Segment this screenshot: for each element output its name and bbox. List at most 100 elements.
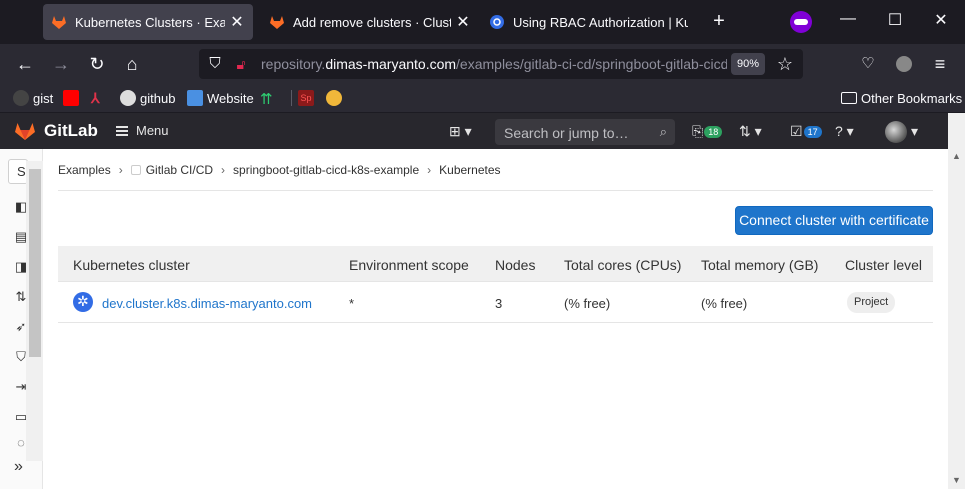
green-arrows-icon: ⇈ (260, 91, 273, 108)
merge-requests-sidebar-icon[interactable]: ⇅ (14, 290, 28, 304)
env-scope-value: * (349, 296, 355, 311)
bookmark-star-icon[interactable]: ☆ (773, 52, 797, 76)
column-header-level: Cluster level (845, 257, 923, 273)
url-prefix: repository. (261, 56, 326, 72)
scroll-up-icon[interactable]: ▲ (952, 151, 961, 161)
gitlab-logo-icon[interactable] (14, 121, 36, 141)
close-tab-icon[interactable]: ✕ (455, 12, 471, 32)
memory-value: (% free) (701, 296, 748, 311)
back-arrow-icon[interactable]: ← (13, 52, 37, 76)
column-header-env-scope: Environment scope (349, 257, 469, 273)
gitlab-favicon-icon (52, 16, 66, 29)
bookmark-gist[interactable]: gist (13, 89, 53, 107)
forward-arrow-icon[interactable]: → (49, 52, 73, 76)
column-header-cores: Total cores (CPUs) (564, 257, 682, 273)
sidebar-scroll-thumb[interactable] (29, 169, 41, 357)
merge-requests-icon[interactable]: ⇅ ▾ (739, 122, 762, 140)
url-domain: dimas-maryanto.com (325, 56, 457, 72)
breadcrumb-gitlab-ci-cd[interactable]: Gitlab CI/CD (146, 163, 213, 177)
breadcrumb-project[interactable]: springboot-gitlab-cicd-k8s-example (233, 163, 419, 177)
chevron-down-icon[interactable]: ▾ (911, 122, 918, 140)
hamburger-menu-icon[interactable]: ≡ (928, 52, 952, 76)
clusters-table-header: Kubernetes cluster Environment scope Nod… (58, 246, 933, 282)
top-scroll-gutter (948, 113, 965, 149)
tab-kubernetes-clusters[interactable]: Kubernetes Clusters · Examples ✕ (43, 4, 253, 40)
scroll-down-icon[interactable]: ▼ (952, 475, 961, 485)
tab-title: Using RBAC Authorization | Ku (513, 14, 688, 30)
tab-title: Kubernetes Clusters · Examples (75, 14, 225, 30)
bookmark-label: gist (33, 90, 54, 106)
url-text[interactable]: repository.dimas-maryanto.com/examples/g… (261, 56, 727, 72)
bookmark-sp[interactable]: Sp (298, 89, 318, 107)
project-sidebar: S ◧ ▤ ◨ ⇅ ➶ ⛉ ⇥ ▭ ◌ » (0, 149, 43, 489)
tab-add-remove-clusters[interactable]: Add remove clusters · Clusters ✕ (261, 4, 479, 40)
security-shield-icon[interactable]: ⛉ (14, 350, 28, 364)
todos-icon[interactable]: ☑ 17 (790, 122, 822, 140)
bookmark-emoji[interactable] (326, 89, 346, 107)
breadcrumb-examples[interactable]: Examples (58, 163, 111, 177)
zoom-level-badge[interactable]: 90% (731, 53, 766, 75)
bookmark-website[interactable]: Website (187, 89, 254, 107)
infrastructure-icon[interactable]: ◌ (14, 436, 28, 450)
bookmark-green[interactable]: ⇈ (260, 89, 280, 108)
divider (58, 190, 933, 191)
close-tab-icon[interactable]: ✕ (229, 12, 245, 32)
page-scrollbar[interactable]: ▲ ▼ (948, 149, 965, 489)
kubernetes-favicon-icon (490, 15, 504, 29)
main-content: Examples › Gitlab CI/CD › springboot-git… (43, 149, 948, 489)
bookmarks-bar: gist ⅄ github Website ⇈ Sp Other Bookmar… (0, 84, 965, 112)
gitlab-brand[interactable]: GitLab (44, 121, 98, 141)
repository-icon[interactable]: ▤ (14, 230, 28, 244)
deployments-icon[interactable]: ⇥ (14, 380, 28, 394)
insecure-lock-icon[interactable]: 🔓︎ (229, 52, 253, 76)
sp-icon: Sp (298, 90, 314, 106)
cores-value: (% free) (564, 296, 611, 311)
search-input[interactable]: Search or jump to… ⌕ (495, 119, 675, 145)
maximize-icon[interactable]: ☐ (885, 10, 905, 30)
menu-button[interactable]: Menu (116, 123, 169, 138)
bookmark-github[interactable]: github (120, 89, 175, 107)
connect-cluster-button[interactable]: Connect cluster with certificate (735, 206, 933, 235)
project-overview-icon[interactable]: ◧ (14, 200, 28, 214)
other-bookmarks[interactable]: Other Bookmarks (841, 89, 962, 107)
bookmark-label: Website (207, 90, 254, 106)
monitor-icon[interactable]: ▭ (14, 410, 28, 424)
shield-icon[interactable]: ⛉ (203, 52, 227, 76)
github-icon (13, 90, 29, 106)
new-dropdown-icon[interactable]: ⊞ ▾ (449, 122, 472, 140)
navigation-toolbar: ← → ↻ ⌂ ⛉ 🔓︎ repository.dimas-maryanto.c… (0, 44, 965, 84)
sidebar-project-avatar[interactable]: S (8, 159, 28, 184)
pocket-icon[interactable]: ♡ (856, 52, 880, 76)
account-avatar-icon[interactable] (892, 52, 916, 76)
help-icon[interactable]: ? ▾ (835, 122, 854, 140)
search-icon: ⌕ (659, 124, 667, 139)
tab-rbac-authorization[interactable]: Using RBAC Authorization | Ku (481, 4, 696, 40)
red-logo-icon: ⅄ (91, 90, 100, 106)
menu-label: Menu (136, 123, 169, 138)
youtube-icon (63, 90, 79, 106)
issues-count: 18 (704, 126, 723, 139)
cluster-level-badge: Project (847, 292, 896, 313)
issues-icon[interactable]: ⎘ 18 (692, 122, 723, 140)
website-icon (187, 90, 203, 106)
url-path: /examples/gitlab-ci-cd/springboot-gitlab… (456, 56, 727, 72)
new-tab-button[interactable]: + (708, 10, 730, 33)
user-avatar[interactable] (885, 121, 907, 143)
column-header-nodes: Nodes (495, 257, 536, 273)
cluster-name-link[interactable]: dev.cluster.k8s.dimas-maryanto.com (102, 296, 312, 311)
address-bar[interactable]: ⛉ 🔓︎ repository.dimas-maryanto.com/examp… (199, 49, 803, 79)
bookmark-red-logo[interactable]: ⅄ (91, 89, 111, 107)
home-icon[interactable]: ⌂ (120, 52, 144, 76)
github-icon (120, 90, 136, 106)
minimize-icon[interactable]: — (838, 10, 858, 28)
gitlab-favicon-icon (270, 16, 284, 29)
collapse-sidebar-icon[interactable]: » (14, 458, 23, 476)
column-header-cluster: Kubernetes cluster (73, 257, 190, 273)
breadcrumb-current[interactable]: Kubernetes (439, 163, 500, 177)
close-window-icon[interactable]: ✕ (931, 10, 951, 30)
ci-cd-rocket-icon[interactable]: ➶ (14, 320, 28, 334)
reload-icon[interactable]: ↻ (85, 52, 109, 76)
bookmark-youtube[interactable] (63, 89, 83, 107)
issues-sidebar-icon[interactable]: ◨ (14, 260, 28, 274)
kubernetes-icon (73, 292, 93, 312)
